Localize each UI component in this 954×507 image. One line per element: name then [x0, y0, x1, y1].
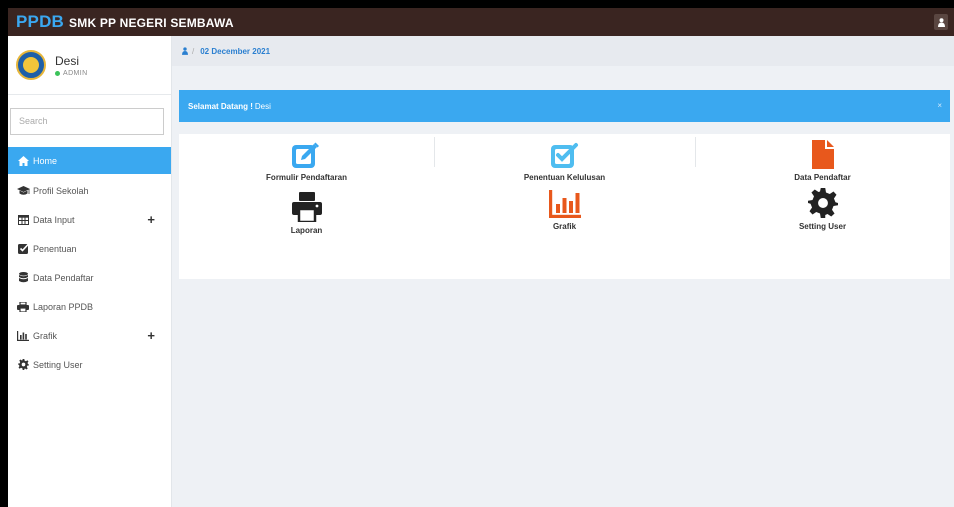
tile-label: Formulir Pendaftaran	[266, 173, 347, 182]
sidebar-item-label: Setting User	[33, 359, 83, 370]
online-status-dot	[55, 70, 60, 76]
breadcrumb: / 02 December 2021	[172, 36, 954, 66]
tile-formulir-pendaftaran[interactable]: Formulir Pendaftaran	[179, 142, 434, 182]
brand-school: SMK PP NEGERI SEMBAWA	[69, 16, 234, 30]
sidebar-item-label: Profil Sekolah	[33, 185, 89, 196]
welcome-greeting: Selamat Datang !	[188, 101, 253, 111]
main-content: / 02 December 2021 Selamat Datang ! Desi…	[172, 36, 954, 507]
brand-logo[interactable]: PPDB SMK PP NEGERI SEMBAWA	[8, 12, 234, 32]
tile-label: Laporan	[290, 226, 323, 235]
breadcrumb-date: 02 December 2021	[200, 46, 271, 56]
tile-setting-user[interactable]: Setting User	[695, 188, 950, 231]
user-icon	[937, 17, 945, 27]
tile-data-pendaftar[interactable]: Data Pendaftar	[695, 140, 950, 182]
role-label: ADMIN	[63, 69, 88, 77]
user-icon	[182, 47, 188, 55]
user-profile: Desi ADMIN	[8, 36, 171, 95]
app-window: PPDB SMK PP NEGERI SEMBAWA Desi ADMIN Se…	[8, 8, 954, 507]
breadcrumb-separator: /	[192, 46, 195, 56]
sidebar-item-label: Home	[33, 155, 58, 166]
tile-grafik[interactable]: Grafik	[437, 190, 692, 231]
edit-icon	[291, 142, 319, 168]
welcome-alert: Selamat Datang ! Desi ×	[179, 90, 950, 122]
tile-divider	[434, 137, 435, 167]
tile-penentuan-kelulusan[interactable]: Penentuan Kelulusan	[437, 142, 692, 182]
check-square-icon	[16, 243, 30, 255]
tile-label: Grafik	[552, 222, 577, 231]
tile-laporan[interactable]: Laporan	[179, 192, 434, 235]
sidebar-item-data-pendaftar[interactable]: Data Pendaftar	[8, 263, 171, 292]
search-area	[8, 95, 171, 147]
shortcut-panel: Formulir Pendaftaran Penentuan Kelulusan…	[179, 134, 950, 279]
tile-label: Data Pendaftar	[794, 173, 851, 182]
check-square-icon	[550, 143, 578, 168]
sidebar-item-laporan-ppdb[interactable]: Laporan PPDB	[8, 292, 171, 321]
sidebar-item-setting-user[interactable]: Setting User	[8, 350, 171, 379]
welcome-name: Desi	[254, 101, 271, 111]
expand-plus-icon[interactable]: +	[147, 328, 155, 343]
expand-plus-icon[interactable]: +	[147, 212, 155, 227]
table-icon	[16, 214, 30, 226]
database-icon	[16, 272, 30, 284]
sidebar-item-home[interactable]: Home	[8, 147, 171, 174]
brand-name: PPDB	[16, 12, 65, 31]
sidebar-item-label: Data Input	[33, 214, 75, 225]
sidebar-item-label: Penentuan	[33, 243, 77, 254]
user-menu-button[interactable]	[934, 14, 948, 30]
bar-chart-icon	[548, 190, 581, 218]
sidebar-item-label: Data Pendaftar	[33, 272, 94, 283]
search-input[interactable]	[10, 107, 164, 135]
top-navbar: PPDB SMK PP NEGERI SEMBAWA	[8, 8, 954, 36]
graduation-cap-icon	[16, 185, 30, 197]
sidebar-item-label: Grafik	[33, 330, 58, 341]
cog-icon	[807, 188, 838, 218]
print-icon	[16, 301, 30, 313]
bar-chart-icon	[16, 330, 30, 342]
print-icon	[291, 192, 322, 222]
file-icon	[811, 140, 834, 169]
sidebar-item-label: Laporan PPDB	[33, 301, 94, 312]
sidebar-menu: Home Profil Sekolah Data Input + Penentu…	[8, 147, 171, 379]
sidebar-item-penentuan[interactable]: Penentuan	[8, 234, 171, 263]
tile-label: Penentuan Kelulusan	[523, 173, 606, 182]
avatar	[16, 50, 46, 80]
home-icon	[16, 155, 30, 167]
sidebar-item-profil-sekolah[interactable]: Profil Sekolah	[8, 176, 171, 205]
profile-name: Desi	[55, 53, 80, 68]
tile-label: Setting User	[798, 222, 847, 231]
sidebar-item-data-input[interactable]: Data Input +	[8, 205, 171, 234]
cog-icon	[16, 359, 30, 371]
profile-role: ADMIN	[55, 70, 88, 77]
sidebar: Desi ADMIN Home Profil Sekolah	[8, 36, 172, 507]
close-icon[interactable]: ×	[937, 101, 942, 110]
sidebar-item-grafik[interactable]: Grafik +	[8, 321, 171, 350]
